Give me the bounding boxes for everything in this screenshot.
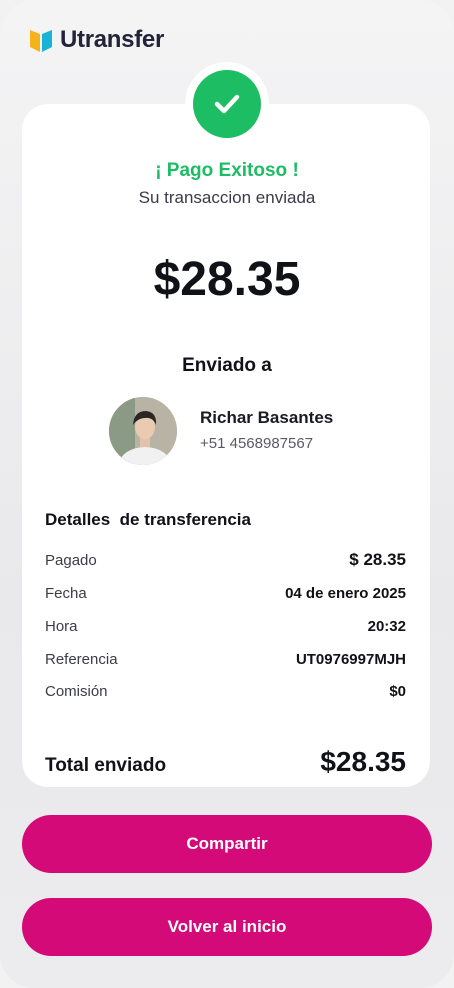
detail-row-date: Fecha 04 de enero 2025 [45, 585, 406, 602]
details-title: Detalles de transferencia [45, 510, 251, 529]
detail-value: 20:32 [367, 618, 406, 635]
recipient-name: Richar Basantes [200, 408, 334, 427]
detail-label: Comisión [45, 683, 108, 700]
detail-value: $ 28.35 [349, 550, 406, 569]
detail-row-reference: Referencia UT0976997MJH [45, 651, 406, 668]
detail-row-paid: Pagado $ 28.35 [45, 550, 406, 570]
recipient-avatar [109, 397, 177, 465]
detail-value: UT0976997MJH [295, 651, 406, 668]
detail-label: Fecha [45, 585, 87, 602]
total-value: $28.35 [320, 746, 406, 777]
recipient-phone: +51 4568987567 [200, 435, 314, 452]
share-button[interactable]: Compartir [22, 815, 432, 873]
back-home-button[interactable]: Volver al inicio [22, 898, 432, 956]
detail-row-time: Hora 20:32 [45, 618, 406, 635]
brand-name: Utransfer [60, 26, 164, 53]
check-icon [214, 94, 240, 114]
sent-to-heading: Enviado a [182, 355, 272, 376]
detail-value: $0 [389, 683, 406, 700]
detail-label: Hora [45, 618, 78, 635]
success-badge [185, 62, 269, 146]
detail-label: Pagado [45, 552, 97, 569]
utransfer-logo-icon [28, 26, 54, 54]
total-row: Total enviado $28.35 [45, 746, 406, 778]
receipt-screen: Utransfer ¡ Pago Exitoso ! Su transaccio… [0, 0, 454, 988]
success-title: ¡ Pago Exitoso ! [155, 160, 299, 181]
detail-value: 04 de enero 2025 [285, 585, 406, 602]
success-subtitle: Su transaccion enviada [138, 188, 316, 207]
total-label: Total enviado [45, 755, 167, 776]
app-logo: Utransfer [28, 26, 164, 54]
transfer-amount: $28.35 [153, 253, 301, 306]
detail-label: Referencia [45, 651, 118, 668]
detail-row-fee: Comisión $0 [45, 683, 406, 700]
